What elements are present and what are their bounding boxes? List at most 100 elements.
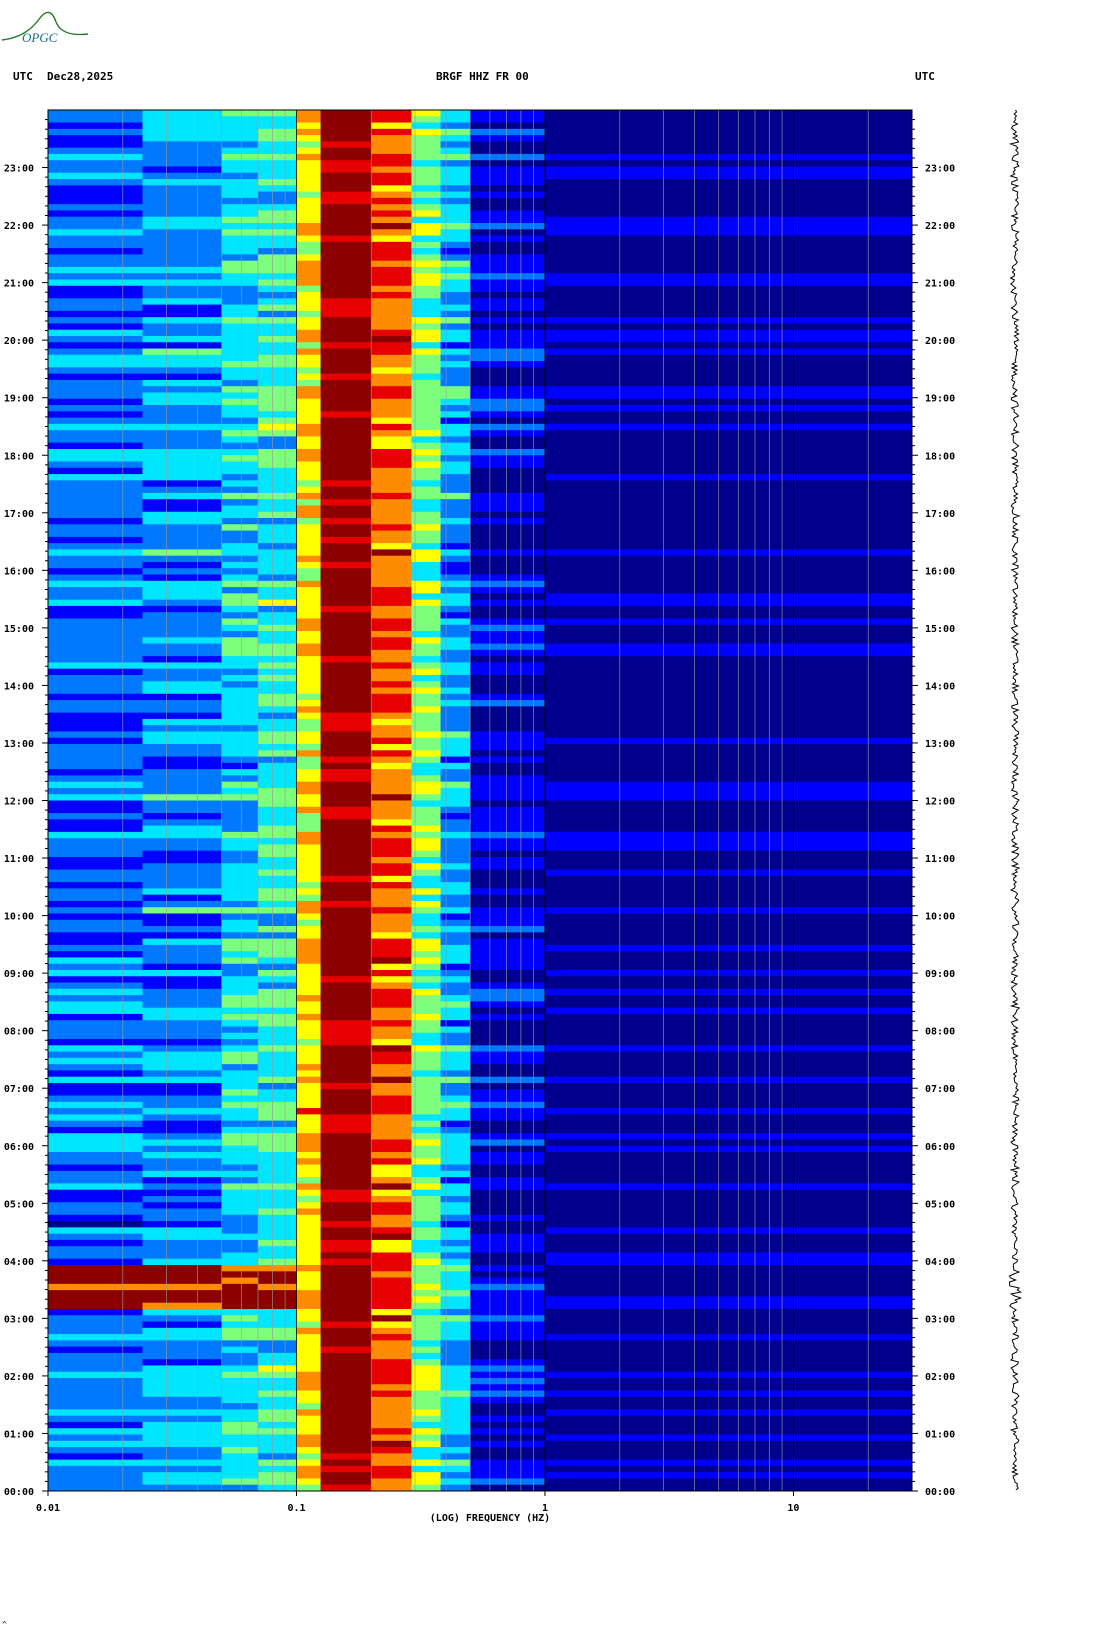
heatmap-cell bbox=[544, 938, 913, 946]
heatmap-cell bbox=[371, 1290, 412, 1297]
heatmap-cell bbox=[48, 1283, 143, 1291]
heatmap-cell bbox=[320, 568, 372, 575]
heatmap-cell bbox=[320, 1265, 372, 1272]
heatmap-cell bbox=[257, 1057, 297, 1065]
heatmap-cell bbox=[296, 1365, 322, 1373]
heatmap-cell bbox=[470, 342, 546, 349]
heatmap-cell bbox=[371, 241, 412, 249]
heatmap-cell bbox=[142, 838, 223, 845]
heatmap-cell bbox=[296, 1352, 322, 1360]
spectrogram-heatmap bbox=[48, 110, 913, 1492]
heatmap-cell bbox=[470, 1221, 546, 1228]
heatmap-cell bbox=[411, 951, 442, 958]
heatmap-cell bbox=[470, 1453, 546, 1461]
heatmap-cell bbox=[142, 335, 223, 343]
heatmap-cell bbox=[411, 323, 442, 331]
heatmap-cell bbox=[544, 794, 913, 801]
heatmap-cell bbox=[544, 637, 913, 644]
heatmap-cell bbox=[470, 153, 546, 161]
y-tick-label-right: 11:00 bbox=[925, 854, 955, 865]
heatmap-cell bbox=[221, 1001, 259, 1009]
heatmap-cell bbox=[48, 1057, 143, 1065]
heatmap-cell bbox=[470, 1346, 546, 1354]
heatmap-cell bbox=[440, 1001, 471, 1009]
heatmap-cell bbox=[221, 819, 259, 827]
heatmap-cell bbox=[221, 668, 259, 676]
heatmap-cell bbox=[470, 712, 546, 720]
heatmap-cell bbox=[440, 1390, 471, 1398]
heatmap-cell bbox=[296, 1032, 322, 1040]
heatmap-cell bbox=[371, 1428, 412, 1435]
heatmap-cell bbox=[142, 1252, 223, 1260]
heatmap-cell bbox=[470, 292, 546, 299]
heatmap-cell bbox=[411, 831, 442, 839]
heatmap-cell bbox=[440, 1114, 471, 1122]
heatmap-cell bbox=[371, 938, 412, 946]
heatmap-cell bbox=[411, 1170, 442, 1178]
heatmap-cell bbox=[371, 863, 412, 870]
heatmap-cell bbox=[544, 141, 913, 149]
heatmap-cell bbox=[544, 681, 913, 688]
heatmap-cell bbox=[544, 1384, 913, 1391]
heatmap-cell bbox=[257, 1258, 297, 1266]
y-tick-label-left: 04:00 bbox=[4, 1257, 34, 1268]
heatmap-cell bbox=[48, 1340, 143, 1348]
heatmap-cell bbox=[470, 1365, 546, 1373]
heatmap-cell bbox=[221, 260, 259, 268]
heatmap-cell bbox=[440, 900, 471, 908]
heatmap-cell bbox=[371, 536, 412, 544]
heatmap-cell bbox=[440, 1252, 471, 1260]
heatmap-cell bbox=[320, 480, 372, 488]
heatmap-cell bbox=[544, 1095, 913, 1103]
heatmap-cell bbox=[411, 1302, 442, 1310]
heatmap-cell bbox=[257, 637, 297, 644]
heatmap-cell bbox=[296, 229, 322, 236]
heatmap-cell bbox=[320, 1327, 372, 1335]
heatmap-cell bbox=[371, 1434, 412, 1442]
heatmap-cell bbox=[142, 1258, 223, 1266]
heatmap-cell bbox=[470, 963, 546, 971]
heatmap-cell bbox=[257, 787, 297, 795]
heatmap-cell bbox=[470, 379, 546, 387]
heatmap-cell bbox=[296, 549, 322, 557]
y-tick-label-left: 06:00 bbox=[4, 1142, 34, 1153]
heatmap-cell bbox=[440, 568, 471, 575]
heatmap-cell bbox=[142, 1108, 223, 1115]
heatmap-cell bbox=[371, 1189, 412, 1197]
heatmap-cell bbox=[440, 379, 471, 387]
heatmap-cell bbox=[221, 574, 259, 582]
heatmap-cell bbox=[544, 323, 913, 331]
heatmap-cell bbox=[544, 1447, 913, 1454]
heatmap-cell bbox=[48, 869, 143, 877]
heatmap-cell bbox=[221, 1365, 259, 1373]
heatmap-cell bbox=[411, 1334, 442, 1341]
heatmap-cell bbox=[221, 1051, 259, 1059]
heatmap-cell bbox=[142, 549, 223, 557]
heatmap-cell bbox=[142, 536, 223, 544]
heatmap-cell bbox=[257, 894, 297, 902]
heatmap-cell bbox=[296, 317, 322, 324]
heatmap-cell bbox=[440, 1453, 471, 1461]
heatmap-cell bbox=[48, 172, 143, 180]
heatmap-cell bbox=[142, 518, 223, 525]
heatmap-cell bbox=[544, 1246, 913, 1253]
heatmap-cell bbox=[371, 348, 412, 356]
heatmap-cell bbox=[320, 1064, 372, 1071]
heatmap-cell bbox=[296, 800, 322, 808]
heatmap-cell bbox=[371, 310, 412, 318]
heatmap-cell bbox=[221, 1183, 259, 1191]
heatmap-cell bbox=[544, 1359, 913, 1366]
heatmap-cell bbox=[221, 762, 259, 770]
heatmap-cell bbox=[411, 147, 442, 155]
heatmap-cell bbox=[48, 1032, 143, 1040]
heatmap-cell bbox=[371, 806, 412, 814]
heatmap-cell bbox=[142, 951, 223, 958]
heatmap-cell bbox=[371, 963, 412, 971]
heatmap-cell bbox=[48, 875, 143, 883]
heatmap-cell bbox=[142, 235, 223, 243]
heatmap-cell bbox=[257, 392, 297, 400]
heatmap-cell bbox=[371, 1440, 412, 1448]
heatmap-cell bbox=[48, 191, 143, 199]
heatmap-cell bbox=[544, 474, 913, 481]
heatmap-cell bbox=[544, 1396, 913, 1404]
